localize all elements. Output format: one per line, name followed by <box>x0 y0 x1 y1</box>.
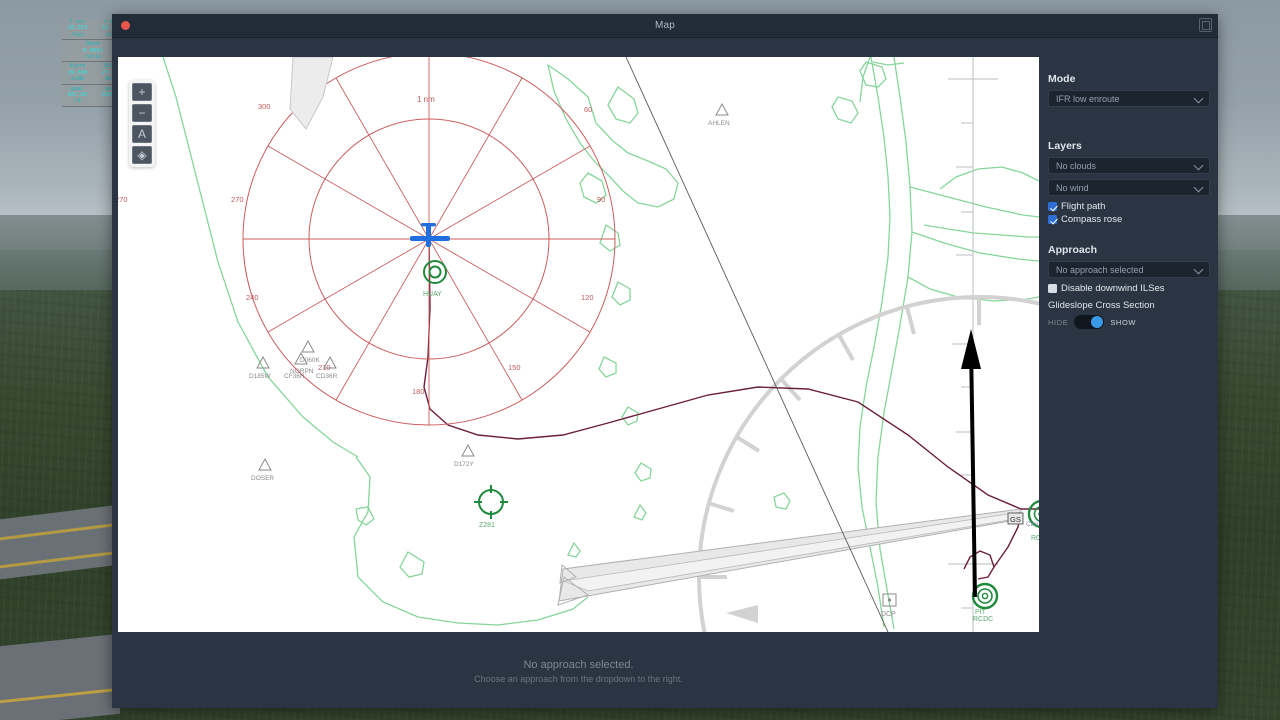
wind-dropdown-value: No wind <box>1056 182 1089 193</box>
bearing-120: 120 <box>581 293 594 302</box>
center-map-icon[interactable]: ◈ <box>132 146 152 164</box>
settings-sidebar: Mode IFR low enroute Layers No clouds No… <box>1040 63 1218 708</box>
chart-canvas: 1 nm 300 60 90 120 150 180 210 240 270 2… <box>118 57 1039 632</box>
compass-rose-checkbox-row[interactable]: Compass rose <box>1048 214 1210 225</box>
map-control-buttons[interactable]: + − A ◈ <box>129 80 155 167</box>
navaid-label: DCP <box>881 611 896 618</box>
chevron-down-icon <box>1195 162 1203 170</box>
large-compass-rose <box>697 295 1039 632</box>
navaid-huay: HUAY <box>423 260 447 298</box>
waypoint-label: CD36R <box>316 373 338 380</box>
compass-rose-checkbox[interactable] <box>1048 215 1057 224</box>
zoom-in-icon[interactable]: + <box>132 83 152 101</box>
clouds-dropdown[interactable]: No clouds <box>1048 157 1210 174</box>
north-up-icon[interactable]: A <box>132 125 152 143</box>
chevron-down-icon <box>1195 95 1203 103</box>
approach-dropdown[interactable]: No approach selected <box>1048 261 1210 278</box>
waypoint-d172y: D172Y <box>454 443 475 468</box>
airport-label: RCSQ <box>1031 535 1039 542</box>
bearing-150: 150 <box>508 363 521 372</box>
zoom-out-icon[interactable]: − <box>132 104 152 122</box>
disable-downwind-label: Disable downwind ILSes <box>1061 283 1165 294</box>
compass-rose-label: Compass rose <box>1061 214 1123 225</box>
bearing-60: 60 <box>584 105 592 114</box>
chevron-down-icon <box>1195 184 1203 192</box>
disable-downwind-checkbox[interactable] <box>1048 284 1057 293</box>
waypoint-cf36r: CF36R <box>284 373 305 380</box>
airport-apron-lower <box>0 633 120 720</box>
glideslope-toggle[interactable] <box>1074 315 1105 329</box>
bearing-180: 180 <box>412 387 425 396</box>
clouds-dropdown-value: No clouds <box>1056 160 1097 171</box>
mode-dropdown[interactable]: IFR low enroute <box>1048 90 1210 107</box>
window-title: Map <box>654 20 676 31</box>
waypoint-d060k: D060K <box>300 339 321 364</box>
wind-dropdown[interactable]: No wind <box>1048 179 1210 196</box>
glideslope-toggle-show-label: SHOW <box>1110 317 1137 327</box>
status-message-main: No approach selected. <box>523 658 634 671</box>
map-window: Map 1 nm 300 60 90 120 150 180 210 240 7… <box>112 14 1218 708</box>
approach-cone <box>557 508 1022 606</box>
glideslope-toggle-hide-label: HIDE <box>1048 317 1069 327</box>
airport-label-2: RCDC <box>973 616 993 623</box>
glideslope-toggle-row[interactable]: HIDE SHOW <box>1048 315 1210 329</box>
hud-unit: inHG <box>70 76 85 83</box>
waypoint-label: D060K <box>300 357 321 364</box>
chevron-down-icon <box>1195 266 1203 274</box>
waypoint-label: CF36R <box>284 373 305 380</box>
approach-dropdown-value: No approach selected <box>1056 264 1144 275</box>
waypoint-d185w: D185W <box>249 355 272 380</box>
map-chart[interactable]: 1 nm 300 60 90 120 150 180 210 240 270 2… <box>118 57 1039 632</box>
bearing-240: 240 <box>246 293 259 302</box>
compass-rose: 1 nm 300 60 90 120 150 180 210 240 270 2… <box>118 57 616 426</box>
approach-section-label: Approach <box>1048 244 1098 256</box>
bearing-270b: 270 <box>231 195 244 204</box>
window-body: 1 nm 300 60 90 120 150 180 210 240 270 2… <box>112 38 1218 708</box>
waypoint-ahlen: AHLEN <box>708 102 730 127</box>
popout-window-icon[interactable] <box>1199 18 1212 32</box>
status-message-sub: Choose an approach from the dropdown to … <box>474 673 683 684</box>
flight-path-checkbox-row[interactable]: Flight path <box>1048 201 1210 212</box>
terrain-outlines <box>162 57 1039 630</box>
waypoint-label: D172Y <box>454 461 475 468</box>
waypoint-doser: DOSER <box>251 457 274 482</box>
scale-label: 1 nm <box>417 95 435 104</box>
glideslope-toggle-knob <box>1091 316 1104 328</box>
bearing-300: 300 <box>258 102 271 111</box>
layers-section-label: Layers <box>1048 140 1082 152</box>
status-message: No approach selected. Choose an approach… <box>118 638 1039 704</box>
navaid-label: Z281 <box>479 522 495 529</box>
disable-downwind-checkbox-row[interactable]: Disable downwind ILSes <box>1048 283 1210 294</box>
navaid-z281: Z281 <box>474 485 508 529</box>
waypoint-label: D185W <box>249 373 272 380</box>
mode-dropdown-value: IFR low enroute <box>1056 93 1120 104</box>
airport-label: PIT <box>975 609 987 616</box>
airspace-polygon <box>289 57 334 130</box>
bearing-270: 270 <box>118 195 128 204</box>
hud-unit: lb <box>74 98 81 105</box>
ownship-aircraft-icon <box>410 223 450 247</box>
navaid-label: GS <box>1010 515 1021 524</box>
navaid-label: HUAY <box>423 291 442 298</box>
flight-path-label: Flight path <box>1061 201 1106 212</box>
mode-section-label: Mode <box>1048 73 1076 85</box>
window-titlebar[interactable]: Map <box>112 14 1218 38</box>
flight-path-checkbox[interactable] <box>1048 202 1057 211</box>
hud-unit: /sec <box>70 31 85 38</box>
navaid-glideslope-gs: GS <box>1007 512 1024 525</box>
bearing-90: 90 <box>597 195 605 204</box>
waypoint-label: AHLEN <box>708 120 730 127</box>
glideslope-section-label: Glideslope Cross Section <box>1048 300 1155 311</box>
waypoint-label: DOSER <box>251 475 274 482</box>
aircraft-label: Cirrus Vision SF50 <box>1026 521 1039 528</box>
